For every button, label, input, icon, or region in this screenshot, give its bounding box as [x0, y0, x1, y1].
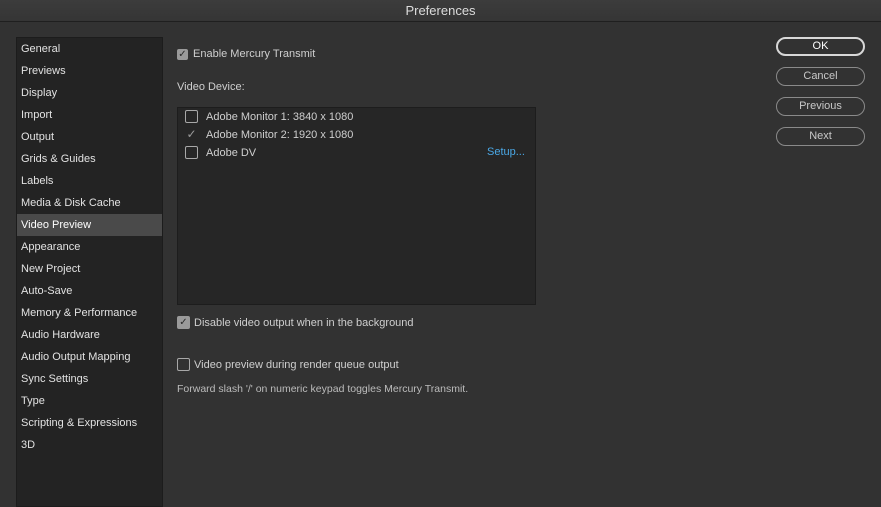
sidebar-item-audio-output-mapping[interactable]: Audio Output Mapping	[17, 346, 162, 368]
previous-button[interactable]: Previous	[776, 97, 865, 116]
sidebar-item-auto-save[interactable]: Auto-Save	[17, 280, 162, 302]
sidebar-item-scripting-expressions[interactable]: Scripting & Expressions	[17, 412, 162, 434]
render-queue-row[interactable]: Video preview during render queue output	[177, 358, 399, 371]
sidebar-item-grids-guides[interactable]: Grids & Guides	[17, 148, 162, 170]
video-device-list: Adobe Monitor 1: 3840 x 1080 ✓ Adobe Mon…	[177, 107, 536, 305]
device-row-adobe-dv[interactable]: Adobe DV	[185, 146, 256, 159]
device-monitor-2-checkbox[interactable]: ✓	[185, 128, 198, 141]
device-monitor-2-label: Adobe Monitor 2: 1920 x 1080	[206, 128, 354, 141]
sidebar-item-previews[interactable]: Previews	[17, 60, 162, 82]
next-button[interactable]: Next	[776, 127, 865, 146]
sidebar-item-sync-settings[interactable]: Sync Settings	[17, 368, 162, 390]
mercury-shortcut-hint: Forward slash '/' on numeric keypad togg…	[177, 383, 469, 395]
device-monitor-1-label: Adobe Monitor 1: 3840 x 1080	[206, 110, 354, 123]
sidebar-item-video-preview[interactable]: Video Preview	[17, 214, 162, 236]
sidebar-item-audio-hardware[interactable]: Audio Hardware	[17, 324, 162, 346]
sidebar-item-3d[interactable]: 3D	[17, 434, 162, 456]
sidebar-item-import[interactable]: Import	[17, 104, 162, 126]
device-row-monitor-2[interactable]: ✓ Adobe Monitor 2: 1920 x 1080	[185, 128, 353, 141]
enable-mercury-transmit-label: Enable Mercury Transmit	[193, 48, 316, 60]
device-row-monitor-1[interactable]: Adobe Monitor 1: 3840 x 1080	[185, 110, 353, 123]
device-adobe-dv-checkbox[interactable]	[185, 146, 198, 159]
enable-mercury-transmit-row[interactable]: ✓ Enable Mercury Transmit	[177, 48, 315, 60]
enable-mercury-transmit-checkbox[interactable]: ✓	[177, 48, 188, 60]
sidebar-item-output[interactable]: Output	[17, 126, 162, 148]
render-queue-checkbox[interactable]	[177, 358, 190, 371]
window-title: Preferences	[0, 0, 881, 22]
sidebar-item-type[interactable]: Type	[17, 390, 162, 412]
device-adobe-dv-label: Adobe DV	[206, 146, 257, 159]
video-device-label: Video Device:	[177, 81, 245, 93]
sidebar-item-appearance[interactable]: Appearance	[17, 236, 162, 258]
disable-background-row[interactable]: ✓ Disable video output when in the backg…	[177, 316, 414, 329]
disable-background-label: Disable video output when in the backgro…	[194, 316, 414, 329]
sidebar-item-labels[interactable]: Labels	[17, 170, 162, 192]
ok-button[interactable]: OK	[776, 37, 865, 56]
sidebar-item-memory-performance[interactable]: Memory & Performance	[17, 302, 162, 324]
sidebar-item-display[interactable]: Display	[17, 82, 162, 104]
sidebar-item-new-project[interactable]: New Project	[17, 258, 162, 280]
sidebar: General Previews Display Import Output G…	[16, 37, 163, 507]
sidebar-item-general[interactable]: General	[17, 38, 162, 60]
device-monitor-1-checkbox[interactable]	[185, 110, 198, 123]
render-queue-label: Video preview during render queue output	[194, 358, 399, 371]
sidebar-item-media-disk-cache[interactable]: Media & Disk Cache	[17, 192, 162, 214]
cancel-button[interactable]: Cancel	[776, 67, 865, 86]
disable-background-checkbox[interactable]: ✓	[177, 316, 190, 329]
setup-link[interactable]: Setup...	[487, 146, 525, 158]
